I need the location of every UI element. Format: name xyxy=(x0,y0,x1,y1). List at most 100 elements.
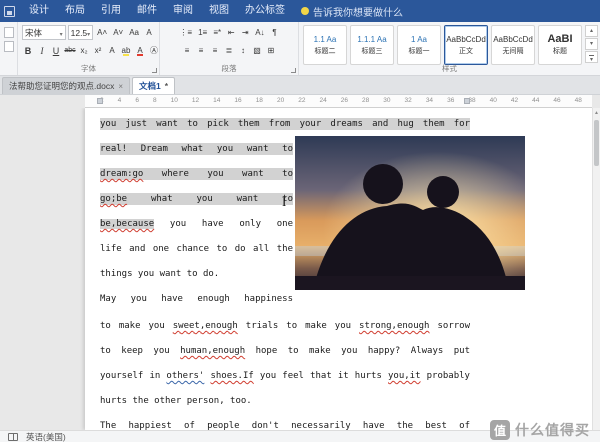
shading-button[interactable]: ▧ xyxy=(251,43,263,58)
borders-button[interactable]: ⊞ xyxy=(265,43,277,58)
style-gallery-more-button[interactable] xyxy=(585,51,598,63)
vertical-scrollbar[interactable] xyxy=(592,108,600,430)
text-segment: to make you xyxy=(100,321,173,331)
superscript-button[interactable]: x² xyxy=(92,43,104,58)
close-tab-button[interactable]: × xyxy=(118,82,123,91)
font-dialog-launcher-icon[interactable] xyxy=(152,68,157,73)
increase-indent-button[interactable]: ⇥ xyxy=(239,25,251,40)
bold-button[interactable]: B xyxy=(22,43,34,58)
decrease-font-button[interactable]: A˅ xyxy=(111,25,125,40)
ruler-number: 22 xyxy=(298,97,305,104)
style-name: 无间隔 xyxy=(503,46,524,56)
ribbon-tab[interactable]: 邮件 xyxy=(129,0,165,22)
ribbon-tabs: 设计布局引用邮件审阅视图办公标签 xyxy=(21,0,293,22)
text-line: to keep you human,enough hope to make yo… xyxy=(100,345,470,357)
text-segment: May you have enough happiness xyxy=(100,294,293,304)
ribbon-tab[interactable]: 审阅 xyxy=(165,0,201,22)
text-segment: where you want to xyxy=(143,169,293,179)
indent-marker-left[interactable] xyxy=(97,98,103,104)
sunset-couple-photo xyxy=(295,136,525,290)
align-right-button[interactable]: ≡ xyxy=(209,43,221,58)
text-segment: hurts the other person, too. xyxy=(100,396,252,406)
ribbon-tab[interactable]: 视图 xyxy=(201,0,237,22)
ribbon-tab[interactable]: 引用 xyxy=(93,0,129,22)
text-segment: life and one chance to do all the xyxy=(100,244,293,254)
font-color-button[interactable]: A xyxy=(134,43,146,58)
strikethrough-button[interactable]: abc xyxy=(64,43,76,58)
font-size-select[interactable]: 12.5 xyxy=(68,25,94,40)
ruler-number: 36 xyxy=(447,97,454,104)
ruler-number: 48 xyxy=(575,97,582,104)
page[interactable]: you just want to pick them from your dre… xyxy=(85,108,592,430)
text-line: May you have enough happiness xyxy=(100,293,293,305)
text-line: The happiest of people don't necessarily… xyxy=(100,420,470,430)
style-gallery-arrows xyxy=(585,25,598,63)
indent-marker-right[interactable] xyxy=(464,98,470,104)
style-name: 标题三 xyxy=(362,46,383,56)
spellcheck-icon[interactable] xyxy=(8,433,18,441)
paragraph-dialog-launcher-icon[interactable] xyxy=(291,68,296,73)
ruler-number: 46 xyxy=(553,97,560,104)
paste-icon[interactable] xyxy=(4,27,14,38)
line-spacing-button[interactable]: ↕ xyxy=(237,43,249,58)
ribbon-tab[interactable]: 设计 xyxy=(21,0,57,22)
style-gallery-up-button[interactable] xyxy=(585,25,598,37)
style-item[interactable]: AaBI标题 xyxy=(538,25,582,65)
document-tab-label: 法帮助您证明您的观点.docx xyxy=(9,80,114,92)
ruler-number: 20 xyxy=(277,97,284,104)
style-preview: AaBbCcDd xyxy=(446,35,486,44)
underline-button[interactable]: U xyxy=(50,43,62,58)
decrease-indent-button[interactable]: ⇤ xyxy=(225,25,237,40)
style-item[interactable]: 1.1 Aa标题二 xyxy=(303,25,347,65)
multilevel-list-button[interactable]: ≡* xyxy=(211,25,223,40)
ribbon: 宋体 12.5 A˄A˅AaA BIUabcx₂x²AabAⒶ 字体 ⋮≡1≡≡… xyxy=(0,22,600,76)
italic-button[interactable]: I xyxy=(36,43,48,58)
text-line: you just want to pick them from your dre… xyxy=(100,118,470,130)
text-segment: hope to make you happy? Always put xyxy=(245,346,470,356)
style-item[interactable]: AaBbCcDd正文 xyxy=(444,25,488,65)
style-item[interactable]: AaBbCcDd无间隔 xyxy=(491,25,535,65)
paragraph-marks-button[interactable]: ¶ xyxy=(269,25,281,40)
text-segment: what you want to xyxy=(127,194,293,204)
change-case-button[interactable]: Aa xyxy=(127,25,141,40)
language-status[interactable]: 英语(美国) xyxy=(26,431,66,442)
text-line: be,because you have only one xyxy=(100,218,293,230)
clipboard-group xyxy=(0,22,18,75)
style-gallery-down-button[interactable] xyxy=(585,38,598,50)
ruler[interactable]: 2468101214161820222426283032343638404244… xyxy=(0,95,600,108)
font-name-select[interactable]: 宋体 xyxy=(22,25,66,40)
document-tab[interactable]: 文档1* xyxy=(132,77,175,94)
ribbon-tab[interactable]: 办公标签 xyxy=(237,0,293,22)
align-center-button[interactable]: ≡ xyxy=(195,43,207,58)
sort-button[interactable]: A↓ xyxy=(253,25,266,40)
style-gallery: 1.1 Aa标题二1.1.1 Aa标题三1 Aa标题一AaBbCcDd正文AaB… xyxy=(303,25,582,63)
copy-icon[interactable] xyxy=(4,41,14,52)
ruler-number: 34 xyxy=(426,97,433,104)
ruler-number: 28 xyxy=(362,97,369,104)
scrollbar-thumb[interactable] xyxy=(594,120,599,166)
text-segment: yourself in xyxy=(100,371,166,381)
text-segment: to keep you xyxy=(100,346,180,356)
style-item[interactable]: 1.1.1 Aa标题三 xyxy=(350,25,394,65)
ruler-number: 6 xyxy=(135,97,139,104)
justify-button[interactable]: ≣ xyxy=(223,43,235,58)
style-preview: AaBI xyxy=(547,35,572,44)
paragraph-group-label: 段落 xyxy=(160,63,298,74)
clear-formatting-button[interactable]: A xyxy=(143,25,155,40)
document-tab[interactable]: 法帮助您证明您的观点.docx × xyxy=(2,77,130,94)
chevron-down-icon xyxy=(60,28,63,38)
tell-me[interactable]: 告诉我你想要做什么 xyxy=(301,4,403,19)
text-effects-button[interactable]: A xyxy=(106,43,118,58)
increase-font-button[interactable]: A˄ xyxy=(95,25,109,40)
ribbon-tab[interactable]: 布局 xyxy=(57,0,93,22)
subscript-button[interactable]: x₂ xyxy=(78,43,90,58)
bullet-list-button[interactable]: ⋮≡ xyxy=(177,25,194,40)
style-item[interactable]: 1 Aa标题一 xyxy=(397,25,441,65)
numbered-list-button[interactable]: 1≡ xyxy=(196,25,209,40)
align-left-button[interactable]: ≡ xyxy=(181,43,193,58)
save-icon[interactable] xyxy=(4,6,15,17)
highlight-button[interactable]: ab xyxy=(120,43,132,58)
ruler-number: 14 xyxy=(213,97,220,104)
document-image[interactable] xyxy=(295,136,525,290)
enclose-character-button[interactable]: Ⓐ xyxy=(148,43,160,58)
